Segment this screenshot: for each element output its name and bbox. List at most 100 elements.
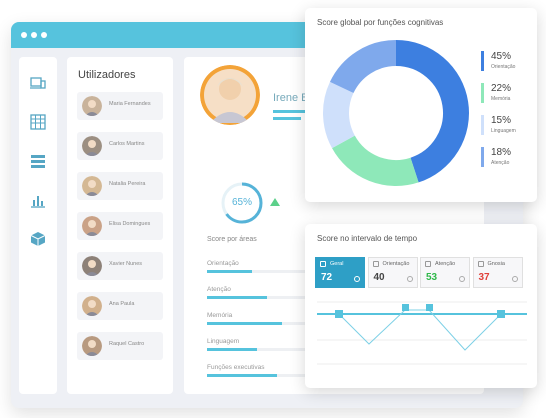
donut-slice[interactable] — [329, 40, 397, 94]
user-name: Ana Paula — [109, 301, 135, 307]
timeline-card: Score no intervalo de tempo Geral 72 Orien… — [305, 224, 537, 388]
data-point[interactable] — [402, 304, 409, 311]
name-underline — [273, 117, 301, 120]
user-name: Elisa Domingues — [109, 221, 151, 227]
window-dot-icon[interactable] — [21, 32, 27, 38]
calendar-grid-icon[interactable] — [30, 114, 46, 130]
filter-tile[interactable]: Orientação 40 — [367, 257, 418, 288]
user-avatar — [82, 256, 102, 276]
user-avatar — [82, 176, 102, 196]
user-avatar — [82, 96, 102, 116]
area-bar-track — [207, 322, 307, 325]
donut-title: Score global por funções cognitivas — [317, 18, 444, 27]
filter-tile[interactable]: Atenção 53 — [420, 257, 470, 288]
legend-swatch — [481, 115, 484, 135]
user-name: Natalia Pereira — [109, 181, 146, 187]
legend-swatch — [481, 147, 484, 167]
tile-value: 72 — [321, 272, 333, 283]
filter-tile[interactable]: Gnosia 37 — [472, 257, 523, 288]
info-icon[interactable] — [406, 276, 413, 282]
user-list-item[interactable]: Elisa Domingues — [77, 212, 163, 240]
user-avatar — [82, 216, 102, 236]
score-line — [338, 309, 502, 351]
checkbox-icon[interactable] — [425, 261, 431, 267]
tile-label: Atenção — [435, 261, 456, 267]
info-icon[interactable] — [354, 276, 360, 282]
filter-tile[interactable]: Geral 72 — [315, 257, 365, 288]
user-name: Carlos Martins — [109, 141, 145, 147]
donut-chart — [323, 40, 469, 186]
legend-item: 22% Memória — [481, 83, 531, 109]
user-avatar — [82, 336, 102, 356]
area-label: Atenção — [207, 286, 231, 293]
area-label: Memória — [207, 312, 233, 319]
legend-label: Orientação — [491, 64, 516, 70]
user-list-item[interactable]: Natalia Pereira — [77, 172, 163, 200]
legend-label: Memória — [491, 96, 511, 102]
list-icon[interactable] — [30, 153, 46, 169]
legend-percentage: 45% — [491, 51, 512, 62]
user-list-item[interactable]: Maria Fernandes — [77, 92, 163, 120]
area-label: Orientação — [207, 260, 239, 267]
checkbox-icon[interactable] — [320, 261, 326, 267]
users-panel: Utilizadores Maria Fernandes Carlos Marti… — [67, 57, 173, 394]
tile-value: 40 — [373, 272, 385, 283]
tile-label: Gnosia — [487, 261, 505, 267]
areas-title: Score por áreas — [207, 236, 257, 243]
data-point[interactable] — [426, 304, 433, 311]
info-icon[interactable] — [511, 276, 518, 282]
checkbox-icon[interactable] — [372, 261, 379, 267]
legend-label: Linguagem — [491, 128, 516, 134]
users-title: Utilizadores — [78, 69, 136, 81]
user-list-item[interactable]: Carlos Martins — [77, 132, 163, 160]
user-list-item[interactable]: Xavier Nunes — [77, 252, 163, 280]
data-point[interactable] — [335, 310, 343, 318]
area-bar-fill — [207, 322, 282, 325]
donut-slice[interactable] — [332, 135, 419, 186]
area-label: Linguagem — [207, 338, 240, 345]
area-label: Funções executivas — [207, 364, 265, 371]
user-name: Raquel Castro — [109, 341, 145, 347]
area-bar-track — [207, 348, 307, 351]
tile-value: 53 — [426, 272, 438, 283]
donut-slice[interactable] — [395, 40, 469, 183]
box-icon[interactable] — [30, 231, 46, 247]
devices-icon[interactable] — [30, 75, 46, 91]
area-bar-fill — [207, 374, 277, 377]
area-bar-fill — [207, 348, 257, 351]
checkbox-icon[interactable] — [477, 261, 484, 267]
score-percentage: 65% — [231, 197, 252, 208]
area-bar-fill — [207, 296, 267, 299]
area-bar-track — [207, 270, 307, 273]
info-icon[interactable] — [459, 276, 465, 282]
window-dot-icon[interactable] — [31, 32, 37, 38]
area-bar-track — [207, 296, 307, 299]
area-bar-fill — [207, 270, 252, 273]
legend-item: 15% Linguagem — [481, 115, 531, 141]
user-list-item[interactable]: Raquel Castro — [77, 332, 163, 360]
legend-percentage: 15% — [491, 115, 512, 126]
donut-slice[interactable] — [323, 81, 356, 149]
legend-percentage: 22% — [491, 83, 512, 94]
legend-item: 45% Orientação — [481, 51, 531, 77]
window-dot-icon[interactable] — [41, 32, 47, 38]
user-avatar — [82, 296, 102, 316]
legend-swatch — [481, 51, 484, 71]
legend-percentage: 18% — [491, 147, 512, 158]
user-name: Maria Fernandes — [109, 101, 151, 107]
tile-label: Geral — [330, 261, 344, 267]
legend-label: Atenção — [491, 160, 510, 166]
data-point[interactable] — [497, 310, 505, 318]
tile-label: Orientação — [382, 261, 410, 267]
donut-card: Score global por funções cognitivas 45% O… — [305, 8, 537, 202]
area-bar-track — [207, 374, 307, 377]
timeline-title: Score no intervalo de tempo — [317, 234, 418, 243]
user-name: Xavier Nunes — [109, 261, 143, 267]
user-list-item[interactable]: Ana Paula — [77, 292, 163, 320]
icon-sidebar — [19, 57, 57, 394]
user-avatar — [82, 136, 102, 156]
tile-value: 37 — [478, 272, 490, 283]
profile-name: Irene B — [273, 92, 309, 104]
bar-chart-icon[interactable] — [30, 192, 46, 208]
trend-up-icon — [270, 198, 280, 206]
